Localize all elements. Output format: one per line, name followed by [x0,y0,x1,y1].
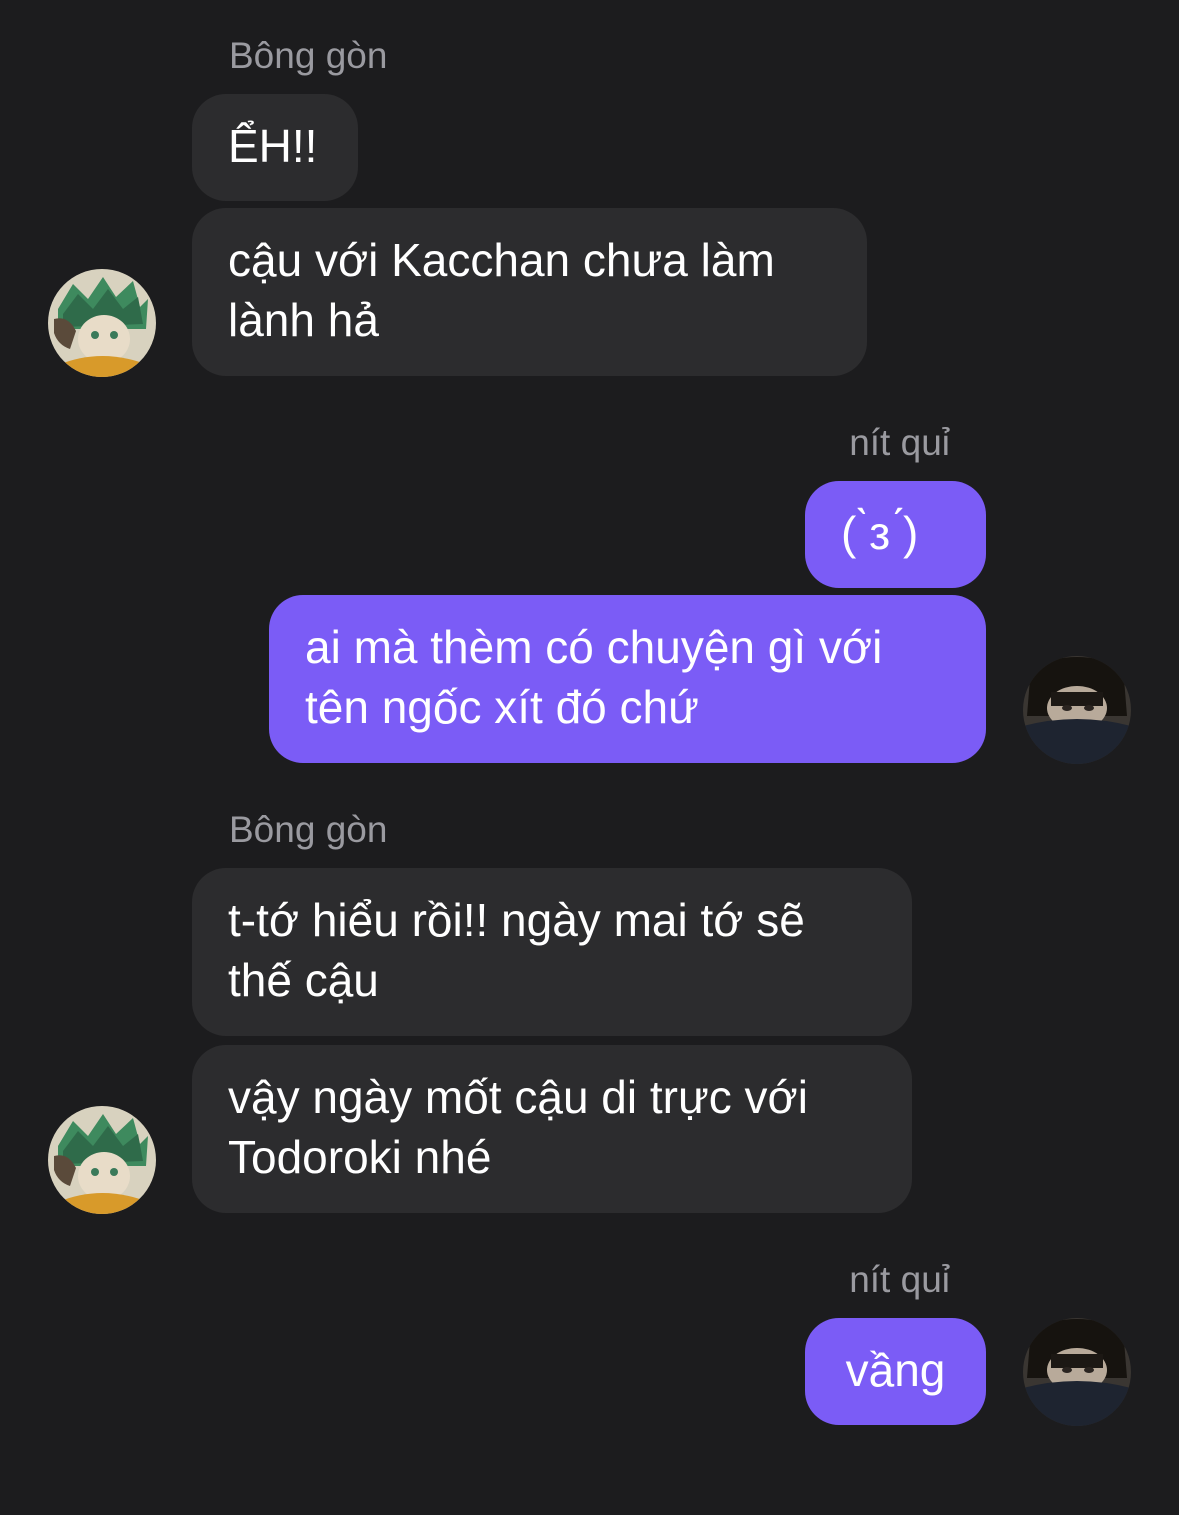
anime-boy-avatar-icon[interactable] [48,269,156,377]
sender-name: Bông gòn [229,35,388,76]
message-bubble[interactable]: vậy ngày mốt cậu di trực với Todoroki nh… [192,1045,912,1213]
message-bubble[interactable]: vầng [805,1318,986,1425]
message-bubble[interactable]: cậu với Kacchan chưa làm lành hả [192,208,867,376]
sender-name: nít quỉ [849,422,950,463]
user-photo-avatar-icon[interactable] [1023,1318,1131,1426]
message-bubble[interactable]: t-tớ hiểu rồi!! ngày mai tớ sẽ thế cậu [192,868,912,1036]
message-bubble[interactable]: ỂH!! [192,94,358,201]
sender-name: nít quỉ [849,1259,950,1300]
sender-name: Bông gòn [229,809,388,850]
anime-boy-avatar-icon[interactable] [48,1106,156,1214]
user-photo-avatar-icon[interactable] [1023,656,1131,764]
message-bubble[interactable]: ( ̀з ́) [805,481,986,588]
message-bubble[interactable]: ai mà thèm có chuyện gì với tên ngốc xít… [269,595,986,763]
